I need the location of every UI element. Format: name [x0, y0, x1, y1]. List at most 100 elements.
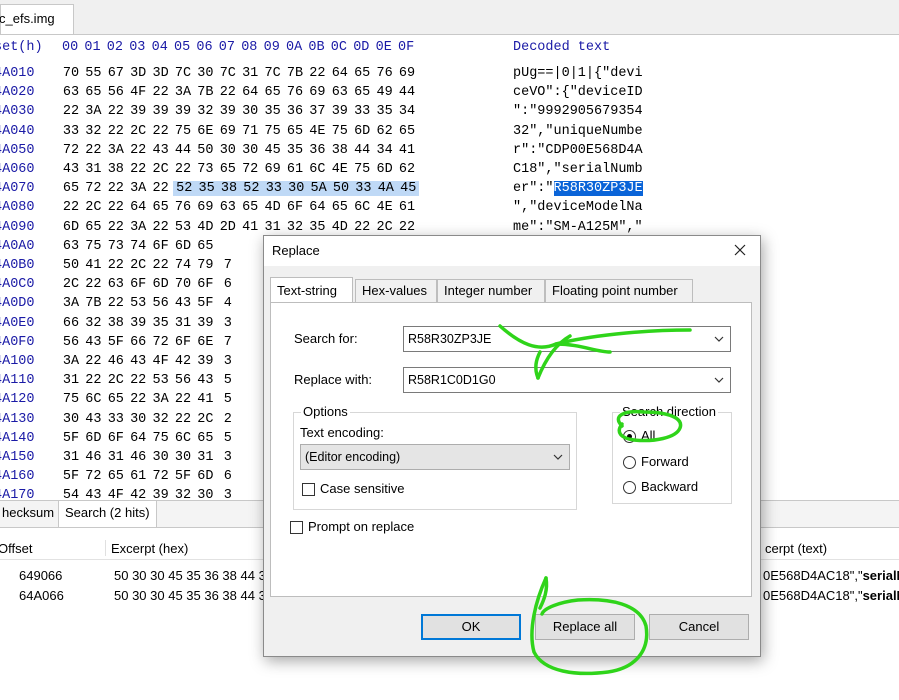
chevron-down-icon[interactable] [553, 453, 563, 461]
hex-byte[interactable]: 31 [240, 66, 260, 81]
hex-byte[interactable]: 73 [106, 239, 126, 254]
hex-byte[interactable]: 70 [61, 66, 81, 81]
hex-byte[interactable]: 72 [61, 143, 81, 158]
hex-byte[interactable]: 22 [106, 124, 126, 139]
hex-byte[interactable]: 53 [173, 220, 193, 235]
hex-byte[interactable]: 2 [218, 412, 238, 427]
hex-byte[interactable]: 50 [329, 181, 353, 197]
hex-byte[interactable]: 75 [173, 124, 193, 139]
hex-byte[interactable]: 38 [217, 181, 241, 197]
replace-all-button[interactable]: Replace all [535, 614, 635, 640]
hex-byte[interactable]: 22 [151, 85, 171, 100]
ok-button[interactable]: OK [421, 614, 521, 640]
hex-byte[interactable]: 65 [83, 85, 103, 100]
hex-byte[interactable]: 5F [195, 296, 215, 311]
hex-byte[interactable]: 5F [173, 469, 193, 484]
tab-floating-point-number[interactable]: Floating point number [545, 279, 693, 303]
hex-byte[interactable]: 30 [173, 450, 193, 465]
hex-byte[interactable]: 6D [173, 239, 193, 254]
hex-byte[interactable]: 39 [128, 104, 148, 119]
hex-byte[interactable]: 22 [106, 200, 126, 215]
hex-byte[interactable]: 32 [83, 124, 103, 139]
hex-byte[interactable]: 66 [61, 316, 81, 331]
hex-byte[interactable]: 72 [151, 335, 171, 350]
hex-row[interactable]: 4A0706572223A225235385233305A50334A45er"… [0, 181, 899, 201]
hex-byte[interactable]: 72 [240, 162, 260, 177]
hex-byte[interactable]: 65 [397, 124, 417, 139]
hex-byte[interactable]: 30 [218, 143, 238, 158]
hex-byte[interactable]: 5 [218, 373, 238, 388]
hex-byte[interactable]: 63 [218, 200, 238, 215]
hex-byte[interactable]: 43 [61, 162, 81, 177]
decoded-text[interactable]: ":"9992905679354 [513, 104, 643, 119]
direction-backward-label[interactable]: Backward [641, 479, 698, 494]
hex-byte[interactable]: 38 [106, 316, 126, 331]
hex-byte[interactable]: 65 [151, 200, 171, 215]
hex-byte[interactable]: 74 [173, 258, 193, 273]
hex-byte[interactable]: 22 [106, 258, 126, 273]
hex-byte[interactable]: 56 [173, 373, 193, 388]
tab-search-results[interactable]: Search (2 hits) [58, 501, 157, 527]
tab-checksum[interactable]: hecksum [0, 501, 60, 527]
close-icon[interactable] [730, 240, 750, 260]
hex-byte[interactable]: 49 [375, 85, 395, 100]
hex-byte[interactable]: 35 [151, 316, 171, 331]
hex-byte[interactable]: 72 [151, 469, 171, 484]
tab-integer-number[interactable]: Integer number [437, 279, 545, 303]
cancel-button[interactable]: Cancel [649, 614, 749, 640]
hex-byte[interactable]: 65 [330, 200, 350, 215]
hex-byte[interactable]: 2C [195, 412, 215, 427]
prompt-on-replace-label[interactable]: Prompt on replace [308, 519, 414, 534]
hex-byte[interactable]: 7B [83, 296, 103, 311]
hex-byte[interactable]: 76 [173, 200, 193, 215]
hex-byte[interactable]: 3A [128, 181, 148, 196]
hex-byte[interactable]: 33 [61, 124, 81, 139]
hex-byte[interactable]: 2C [106, 373, 126, 388]
hex-byte[interactable]: 2C [128, 258, 148, 273]
hex-byte[interactable]: 35 [285, 143, 305, 158]
hex-byte[interactable]: 30 [240, 104, 260, 119]
dialog-titlebar[interactable]: Replace [264, 236, 760, 266]
hex-byte[interactable]: 44 [173, 143, 193, 158]
hex-byte[interactable]: 53 [151, 373, 171, 388]
hex-byte[interactable]: 30 [285, 181, 308, 197]
replace-with-combo[interactable]: R58R1C0D1G0 [403, 367, 731, 393]
hex-byte[interactable]: 75 [83, 239, 103, 254]
file-tab[interactable]: c_efs.img [0, 4, 74, 34]
hex-byte[interactable]: 35 [263, 104, 283, 119]
hex-byte[interactable]: 6D [151, 277, 171, 292]
hex-byte[interactable]: 72 [83, 181, 103, 196]
decoded-text[interactable]: pUg==|0|1|{"devi [513, 66, 643, 81]
hex-byte[interactable]: 41 [240, 220, 260, 235]
hex-byte[interactable]: 37 [307, 104, 327, 119]
hex-byte[interactable]: 39 [218, 104, 238, 119]
hex-row[interactable]: 4A05072223A22434450303045353638443441r":… [0, 143, 899, 163]
hex-byte[interactable]: 4E [375, 200, 395, 215]
hex-byte[interactable]: 63 [61, 239, 81, 254]
hex-byte[interactable]: 63 [61, 85, 81, 100]
direction-all-label[interactable]: All [641, 428, 655, 443]
col-excerpt-text[interactable]: cerpt (text) [765, 541, 827, 556]
hex-byte[interactable]: 38 [330, 143, 350, 158]
hex-byte[interactable]: 69 [397, 66, 417, 81]
hex-byte[interactable]: 75 [61, 392, 81, 407]
hex-byte[interactable]: 65 [195, 431, 215, 446]
hex-byte[interactable]: 33 [262, 181, 285, 197]
hex-byte[interactable]: 5A [307, 181, 330, 197]
decoded-text[interactable]: C18","serialNumb [513, 162, 643, 177]
hex-byte[interactable]: 63 [106, 277, 126, 292]
text-encoding-select[interactable]: (Editor encoding) [300, 444, 570, 470]
col-offset[interactable]: Offset [0, 541, 32, 556]
hex-byte[interactable]: 22 [397, 220, 417, 235]
hex-byte[interactable]: 32 [285, 220, 305, 235]
hex-byte[interactable]: 6E [195, 335, 215, 350]
hex-byte[interactable]: 65 [263, 85, 283, 100]
hex-byte[interactable]: 4 [218, 296, 238, 311]
hex-byte[interactable]: 31 [61, 450, 81, 465]
hex-byte[interactable]: 75 [352, 162, 372, 177]
hex-byte[interactable]: 69 [307, 85, 327, 100]
hex-byte[interactable]: 53 [128, 296, 148, 311]
hex-byte[interactable]: 31 [83, 162, 103, 177]
hex-byte[interactable]: 69 [263, 162, 283, 177]
tab-hex-values[interactable]: Hex-values [355, 279, 437, 303]
